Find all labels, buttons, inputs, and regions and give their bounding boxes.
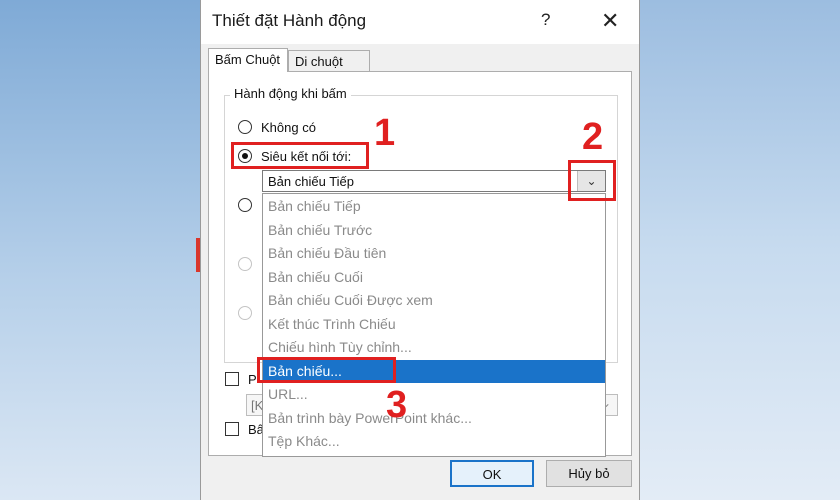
hyperlink-combo-value: Bản chiếu Tiếp <box>268 174 355 189</box>
dropdown-item[interactable]: Bản chiếu Cuối <box>263 266 605 290</box>
help-button[interactable]: ? <box>541 10 550 30</box>
close-icon[interactable]: ✕ <box>601 8 619 34</box>
dropdown-item[interactable]: Bản chiếu Cuối Được xem <box>263 289 605 313</box>
dropdown-item[interactable]: URL... <box>263 383 605 407</box>
radio-none-label: Không có <box>261 120 316 135</box>
dropdown-item[interactable]: Bản chiếu Trước <box>263 219 605 243</box>
dropdown-item[interactable]: Tệp Khác... <box>263 430 605 454</box>
desktop-background-left <box>0 0 200 500</box>
highlight-box-dropdown-button <box>568 160 616 201</box>
step-number-2: 2 <box>582 116 604 158</box>
cancel-button[interactable]: Hủy bỏ <box>546 460 632 487</box>
dropdown-item[interactable]: Kết thúc Trình Chiếu <box>263 313 605 337</box>
play-sound-checkbox[interactable] <box>225 372 239 386</box>
play-sound-label: P <box>248 372 257 387</box>
ok-button[interactable]: OK <box>450 460 534 487</box>
highlight-box-slide-option <box>257 357 396 383</box>
step-number-3: 3 <box>386 384 408 426</box>
tab-mouse-click[interactable]: Bấm Chuột <box>208 48 288 72</box>
hyperlink-combo[interactable]: Bản chiếu Tiếp <box>262 170 606 192</box>
radio-run-macro <box>238 257 252 271</box>
dropdown-item[interactable]: Bản chiếu Đầu tiên <box>263 242 605 266</box>
dropdown-item[interactable]: Bản trình bày PowerPoint khác... <box>263 407 605 431</box>
dropdown-item[interactable]: Bản chiếu Tiếp <box>263 195 605 219</box>
dialog-title: Thiết đặt Hành động <box>212 11 367 30</box>
radio-none[interactable] <box>238 120 252 134</box>
desktop-background-right <box>640 0 840 500</box>
step-number-1: 1 <box>374 112 396 154</box>
dropdown-item[interactable]: Chiếu hình Tùy chỉnh... <box>263 336 605 360</box>
highlight-click-checkbox[interactable] <box>225 422 239 436</box>
group-label: Hành động khi bấm <box>230 86 351 101</box>
highlight-box-hyperlink <box>231 142 369 169</box>
title-bar: Thiết đặt Hành động ? ✕ <box>201 0 639 44</box>
radio-object-action <box>238 306 252 320</box>
radio-run-program[interactable] <box>238 198 252 212</box>
hyperlink-dropdown-list: Bản chiếu Tiếp Bản chiếu Trước Bản chiếu… <box>262 193 606 457</box>
tab-mouse-over[interactable]: Di chuột Lên <box>288 50 370 84</box>
